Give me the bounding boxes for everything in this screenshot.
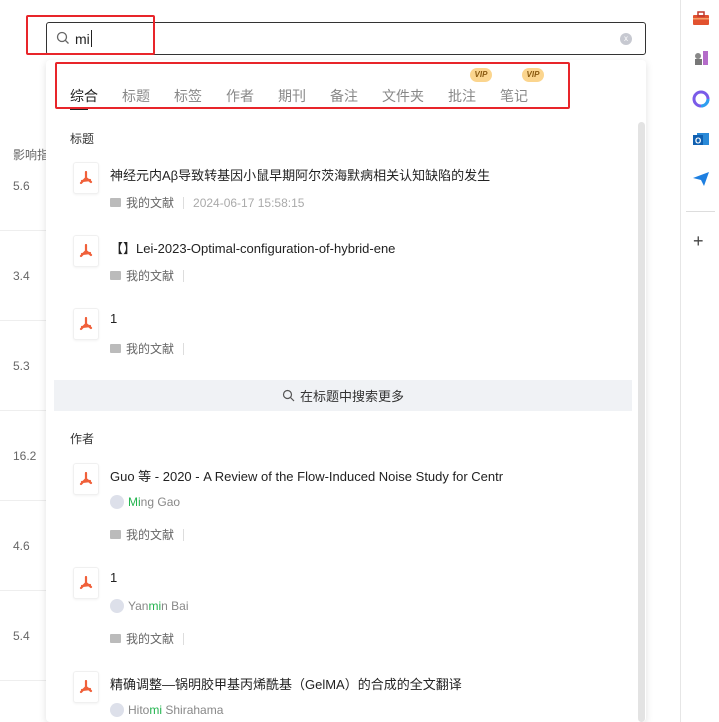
impact-value: 16.2 [13, 449, 37, 463]
sidebar-divider [686, 211, 715, 212]
impact-value: 5.6 [13, 179, 30, 193]
author-name-match: mi [148, 599, 162, 613]
meta-divider [183, 342, 185, 355]
row-divider [0, 230, 46, 231]
impact-value: 4.6 [13, 539, 30, 553]
result-title[interactable]: 【】Lei-2023-Optimal-configuration-of-hybr… [110, 238, 395, 257]
row-divider [0, 410, 46, 411]
annotation-box-tabs [55, 62, 570, 109]
result-date: 2024-06-17 15:58:15 [193, 195, 305, 210]
chess-icon[interactable] [691, 47, 711, 67]
pdf-icon [73, 567, 99, 599]
author-name-part: Hito [128, 703, 150, 717]
outlook-icon[interactable]: O [691, 129, 711, 149]
impact-factor-header: 影响指 [13, 148, 50, 162]
avatar-icon [110, 703, 124, 717]
search-icon [282, 389, 295, 402]
row-divider [0, 590, 46, 591]
folder-name: 我的文献 [126, 528, 175, 542]
result-title[interactable]: 神经元内Aβ导致转基因小鼠早期阿尔茨海默病相关认知缺陷的发生 [110, 165, 490, 184]
send-icon[interactable] [691, 169, 711, 189]
pdf-icon [73, 463, 99, 495]
meta-divider [183, 528, 185, 541]
pdf-icon [73, 308, 99, 340]
author-name-part: ng Gao [140, 495, 181, 509]
author-name-part: Shirahama [162, 703, 224, 717]
folder-icon [110, 634, 121, 643]
annotation-box-search [26, 15, 155, 55]
search-more-in-title-button[interactable]: 在标题中搜索更多 [54, 380, 632, 411]
impact-value: 5.4 [13, 629, 30, 643]
result-title[interactable]: Guo 等 - 2020 - A Review of the Flow-Indu… [110, 466, 503, 485]
folder-name: 我的文献 [126, 342, 175, 356]
section-label-author: 作者 [70, 432, 95, 446]
row-divider [0, 500, 46, 501]
avatar-icon [110, 495, 124, 509]
svg-text:O: O [695, 137, 701, 146]
copilot-icon[interactable] [691, 89, 711, 109]
toolbox-icon[interactable] [691, 8, 711, 28]
folder-icon [110, 530, 121, 539]
author-name-part: n Bai [161, 599, 189, 613]
result-author: Hitomi Shirahama [110, 703, 223, 717]
author-name-part: Yan [128, 599, 149, 613]
result-title[interactable]: 1 [110, 570, 117, 585]
scrollbar[interactable] [638, 122, 645, 722]
folder-icon [110, 271, 121, 280]
row-divider [0, 680, 46, 681]
meta-divider [183, 632, 185, 645]
impact-value: 5.3 [13, 359, 30, 373]
pdf-icon [73, 162, 99, 194]
result-meta: 我的文献 [110, 526, 185, 543]
result-meta: 我的文献 [110, 630, 185, 647]
pdf-icon [73, 671, 99, 703]
result-author: Yanmin Bai [110, 599, 189, 613]
folder-name: 我的文献 [126, 196, 175, 210]
search-more-label: 在标题中搜索更多 [299, 389, 404, 404]
background-table-column: 影响指 5.6 3.4 5.3 16.2 4.6 5.4 [0, 0, 50, 722]
section-label-title: 标题 [70, 132, 95, 146]
add-icon[interactable]: + [693, 232, 704, 250]
result-author: Ming Gao [110, 495, 180, 509]
impact-value: 3.4 [13, 269, 30, 283]
pdf-icon [73, 235, 99, 267]
folder-icon [110, 198, 121, 207]
row-divider [0, 320, 46, 321]
meta-divider [183, 196, 185, 209]
avatar-icon [110, 599, 124, 613]
result-meta: 我的文献 2024-06-17 15:58:15 [110, 194, 304, 211]
result-meta: 我的文献 [110, 340, 185, 357]
clear-search-button[interactable]: x [620, 33, 632, 45]
right-sidebar: O + [680, 0, 719, 722]
result-meta: 我的文献 [110, 267, 185, 284]
folder-name: 我的文献 [126, 269, 175, 283]
author-name-match: Mi [128, 495, 141, 509]
result-title[interactable]: 1 [110, 311, 117, 326]
result-title[interactable]: 精确调整—锅明胶甲基丙烯酰基（GelMA）的合成的全文翻译 [110, 674, 462, 693]
author-name-match: mi [149, 703, 163, 717]
meta-divider [183, 269, 185, 282]
folder-icon [110, 344, 121, 353]
folder-name: 我的文献 [126, 632, 175, 646]
